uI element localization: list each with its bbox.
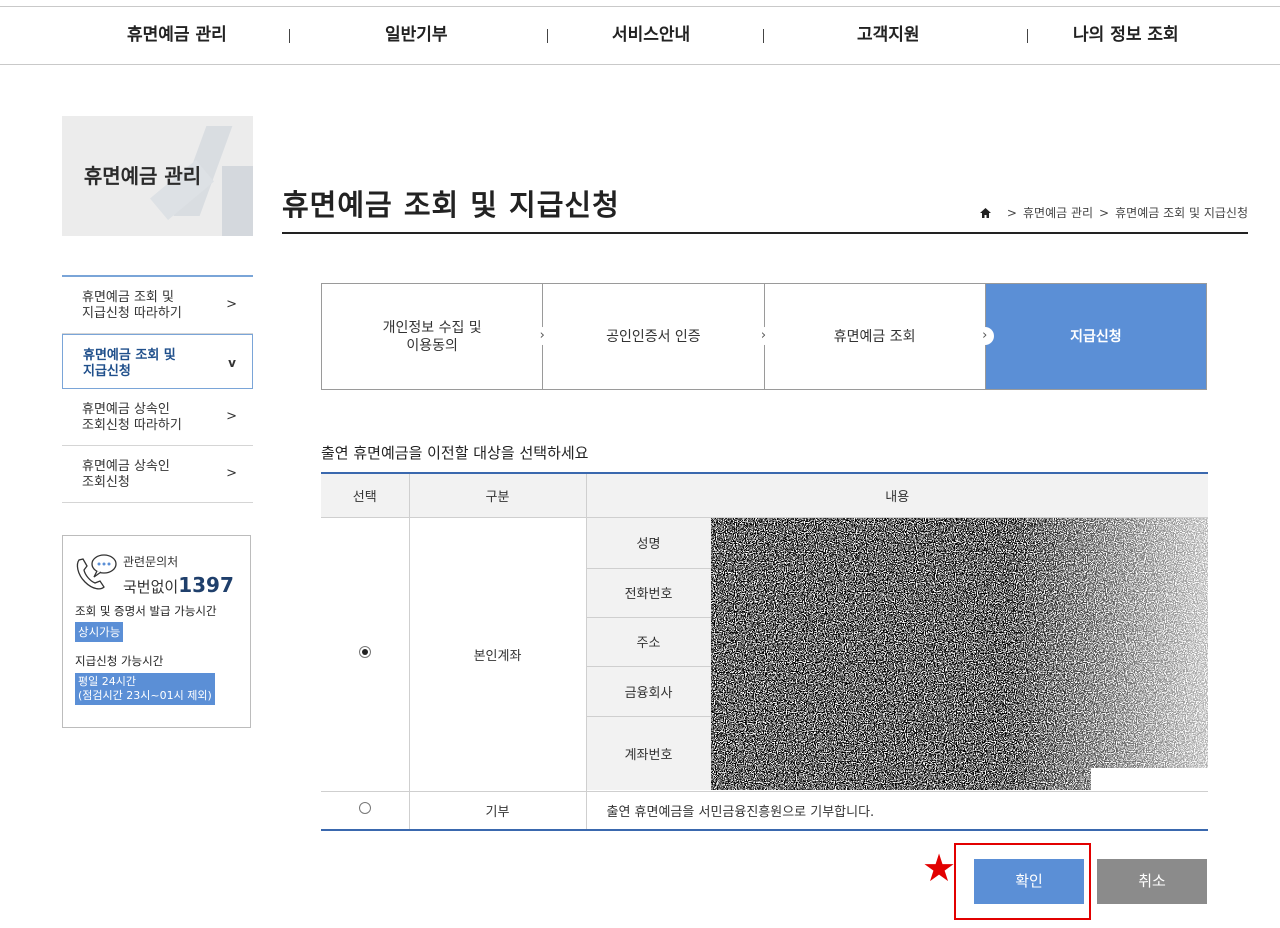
side-menu-item-heir-apply[interactable]: 휴면예금 상속인 조회신청 > [62, 446, 253, 503]
star-icon: ★ [922, 846, 957, 890]
contact-number-prefix: 국번없이 [123, 578, 179, 596]
confirm-button[interactable]: 확인 [974, 859, 1084, 904]
header-type: 구분 [409, 472, 587, 518]
side-menu-item-guide[interactable]: 휴면예금 조회 및 지급신청 따라하기 > [62, 277, 253, 334]
step-inquiry: 휴면예금 조회 › [765, 284, 994, 389]
nav-separator [289, 29, 290, 43]
masked-account-details [710, 518, 1209, 790]
breadcrumb-item-current: 휴면예금 조회 및 지급신청 [1115, 206, 1248, 220]
step-label-line2: 이용동의 [406, 337, 458, 354]
side-banner-title: 휴면예금 관리 [83, 164, 202, 188]
menu-label-line2: 지급신청 [83, 364, 131, 379]
apply-hours-line2: (점검시간 23시~01시 제외) [78, 689, 212, 702]
field-phone-label: 전화번호 [586, 568, 711, 618]
step-label-line1: 개인정보 수집 및 [382, 319, 482, 336]
breadcrumb: > 휴면예금 관리 > 휴면예금 조회 및 지급신청 [979, 204, 1248, 221]
step-label: 지급신청 [1070, 328, 1122, 345]
apply-hours-badge: 평일 24시간 (점검시간 23시~01시 제외) [75, 673, 215, 705]
breadcrumb-separator: > [1006, 206, 1017, 220]
chevron-right-icon: > [226, 297, 237, 312]
nav-my-info[interactable]: 나의 정보 조회 [1073, 7, 1179, 64]
nav-separator [1027, 29, 1028, 43]
chevron-right-icon: > [226, 409, 237, 424]
home-icon[interactable] [979, 208, 991, 218]
chevron-right-icon: › [754, 327, 773, 345]
nav-customer-support[interactable]: 고객지원 [857, 7, 920, 64]
contact-box: 관련문의처 국번없이1397 조회 및 증명서 발급 가능시간 상시가능 지급신… [62, 535, 251, 728]
instruction-text: 출연 휴면예금을 이전할 대상을 선택하세요 [321, 444, 589, 462]
issue-hours-badge: 상시가능 [75, 622, 124, 642]
chevron-right-icon: › [975, 327, 994, 345]
step-label: 공인인증서 인증 [606, 328, 701, 345]
header-select: 선택 [321, 472, 410, 518]
field-address-label: 주소 [586, 617, 711, 667]
nav-separator [763, 29, 764, 43]
cancel-button[interactable]: 취소 [1097, 859, 1207, 904]
side-banner: 휴면예금 관리 [62, 116, 253, 236]
breadcrumb-item-dormant[interactable]: 휴면예금 관리 [1023, 206, 1093, 220]
header-content: 내용 [586, 472, 1208, 518]
breadcrumb-separator: > [1099, 206, 1110, 220]
table-row-donation: 기부 출연 휴면예금을 서민금융진흥원으로 기부합니다. [321, 791, 1208, 831]
nav-service-info[interactable]: 서비스안내 [612, 7, 690, 64]
nav-general-donation[interactable]: 일반기부 [385, 7, 448, 64]
chevron-down-icon: v [228, 356, 236, 370]
field-bank-label: 금융회사 [586, 666, 711, 717]
apply-hours-line1: 평일 24시간 [78, 675, 136, 688]
radio-own-account[interactable] [358, 646, 371, 658]
top-navigation: 휴면예금 관리 일반기부 서비스안내 고객지원 나의 정보 조회 [0, 6, 1280, 65]
donation-description: 출연 휴면예금을 서민금융진흥원으로 기부합니다. [586, 791, 1208, 831]
type-donation: 기부 [409, 791, 587, 831]
step-apply: 지급신청 [985, 284, 1206, 389]
side-menu-item-heir-guide[interactable]: 휴면예금 상속인 조회신청 따라하기 > [62, 389, 253, 446]
page-title: 휴면예금 조회 및 지급신청 [282, 188, 620, 222]
apply-hours-label: 지급신청 가능시간 [75, 654, 164, 668]
contact-label: 관련문의처 [123, 555, 179, 569]
side-menu: 휴면예금 조회 및 지급신청 따라하기 > 휴면예금 조회 및 지급신청 v 휴… [62, 275, 253, 503]
type-own-account: 본인계좌 [409, 517, 587, 792]
step-consent: 개인정보 수집 및 이용동의 › [322, 284, 552, 389]
title-divider [282, 232, 1248, 234]
masked-content-image [710, 518, 1208, 790]
field-account-number-label: 계좌번호 [586, 716, 711, 790]
chevron-right-icon: > [226, 466, 237, 481]
field-name-label: 성명 [586, 518, 711, 569]
step-certificate: 공인인증서 인증 › [543, 284, 773, 389]
nav-separator [547, 29, 548, 43]
table-row-own-account: 본인계좌 성명 전화번호 주소 금융회사 계좌번호 [321, 517, 1209, 792]
step-label: 휴면예금 조회 [833, 328, 916, 345]
radio-donation[interactable] [358, 802, 371, 815]
selection-table: 선택 구분 내용 본인계좌 성명 전화번호 주소 금융회사 계좌번호 기부 출연… [321, 472, 1208, 831]
issue-hours-label: 조회 및 증명서 발급 가능시간 [75, 604, 217, 618]
progress-steps: 개인정보 수집 및 이용동의 › 공인인증서 인증 › 휴면예금 조회 › 지급… [321, 283, 1207, 390]
nav-dormant-deposit[interactable]: 휴면예금 관리 [127, 7, 227, 64]
menu-label-line1: 휴면예금 조회 및 [83, 348, 176, 363]
side-menu-item-apply[interactable]: 휴면예금 조회 및 지급신청 v [62, 334, 253, 389]
contact-number: 1397 [178, 573, 234, 597]
phone-chat-icon [76, 554, 117, 590]
contact-number-line: 국번없이1397 [123, 573, 234, 597]
